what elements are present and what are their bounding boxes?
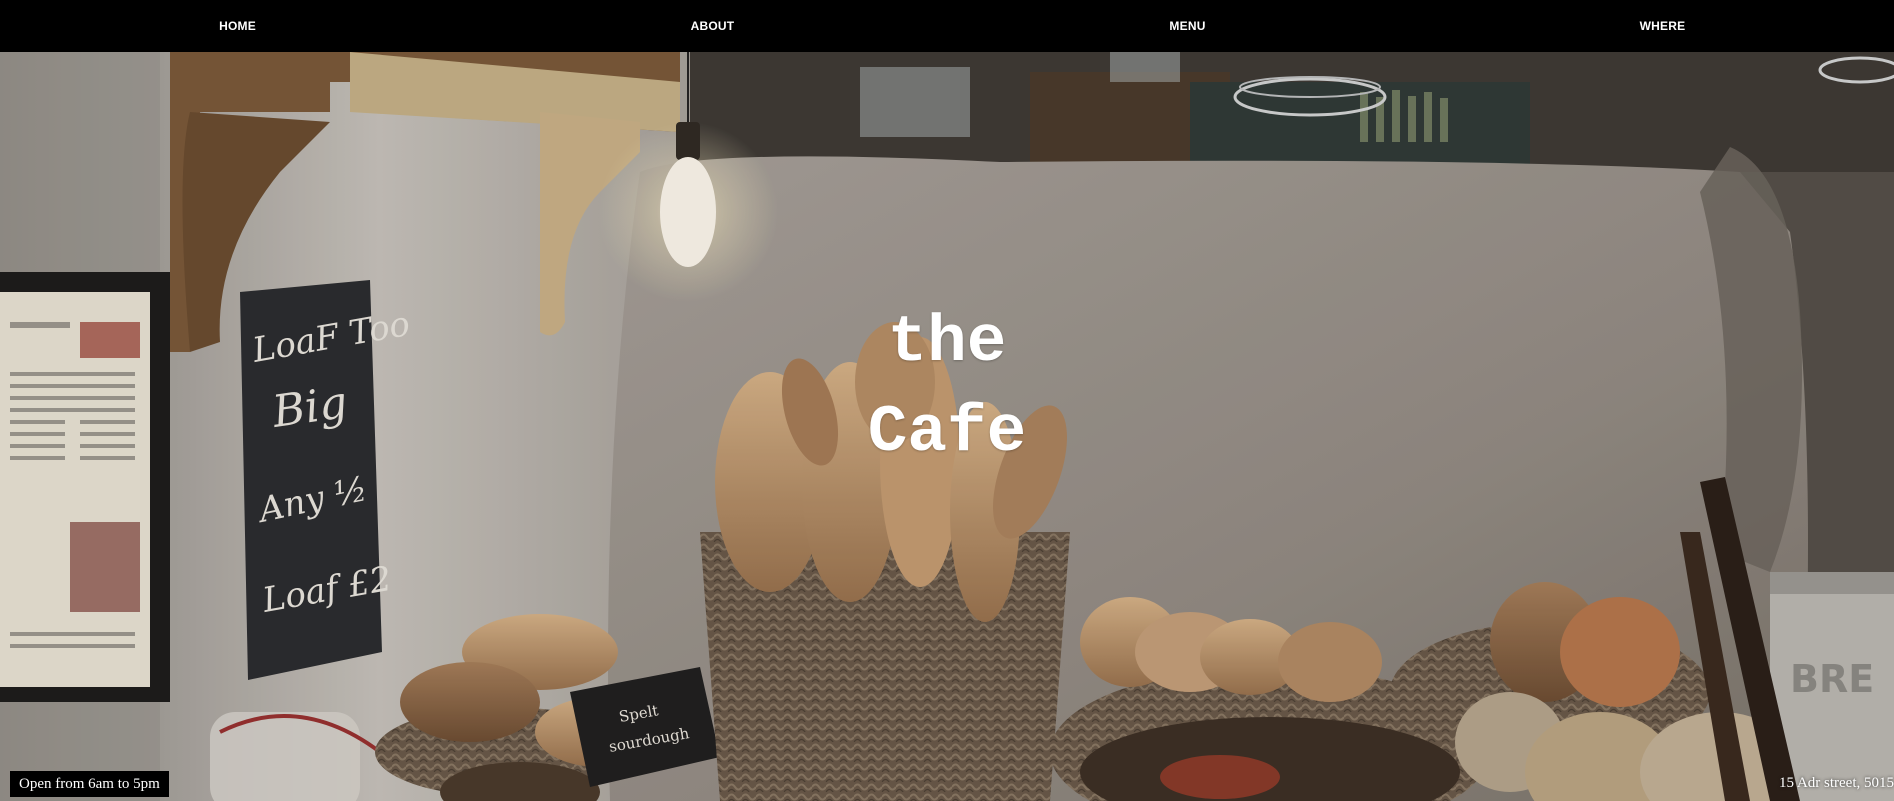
cafe-page: HOME ABOUT MENU WHERE LoaF Too Big Any ½… <box>0 0 1894 801</box>
hero-bakery-photo: LoaF Too Big Any ½ Loaf £2 Spelt sourdou… <box>0 52 1894 801</box>
nav-about-link[interactable]: ABOUT <box>475 0 950 52</box>
opening-hours-badge: Open from 6am to 5pm <box>10 771 169 797</box>
nav-home-link[interactable]: HOME <box>0 0 475 52</box>
hero-title-line-2: Cafe <box>867 395 1027 470</box>
nav-where-link[interactable]: WHERE <box>1425 0 1894 52</box>
top-navigation: HOME ABOUT MENU WHERE <box>0 0 1894 52</box>
nav-menu-link[interactable]: MENU <box>950 0 1425 52</box>
address-text: 15 Adr street, 5015 <box>1779 775 1894 791</box>
hero-title-line-1: the <box>887 305 1007 380</box>
